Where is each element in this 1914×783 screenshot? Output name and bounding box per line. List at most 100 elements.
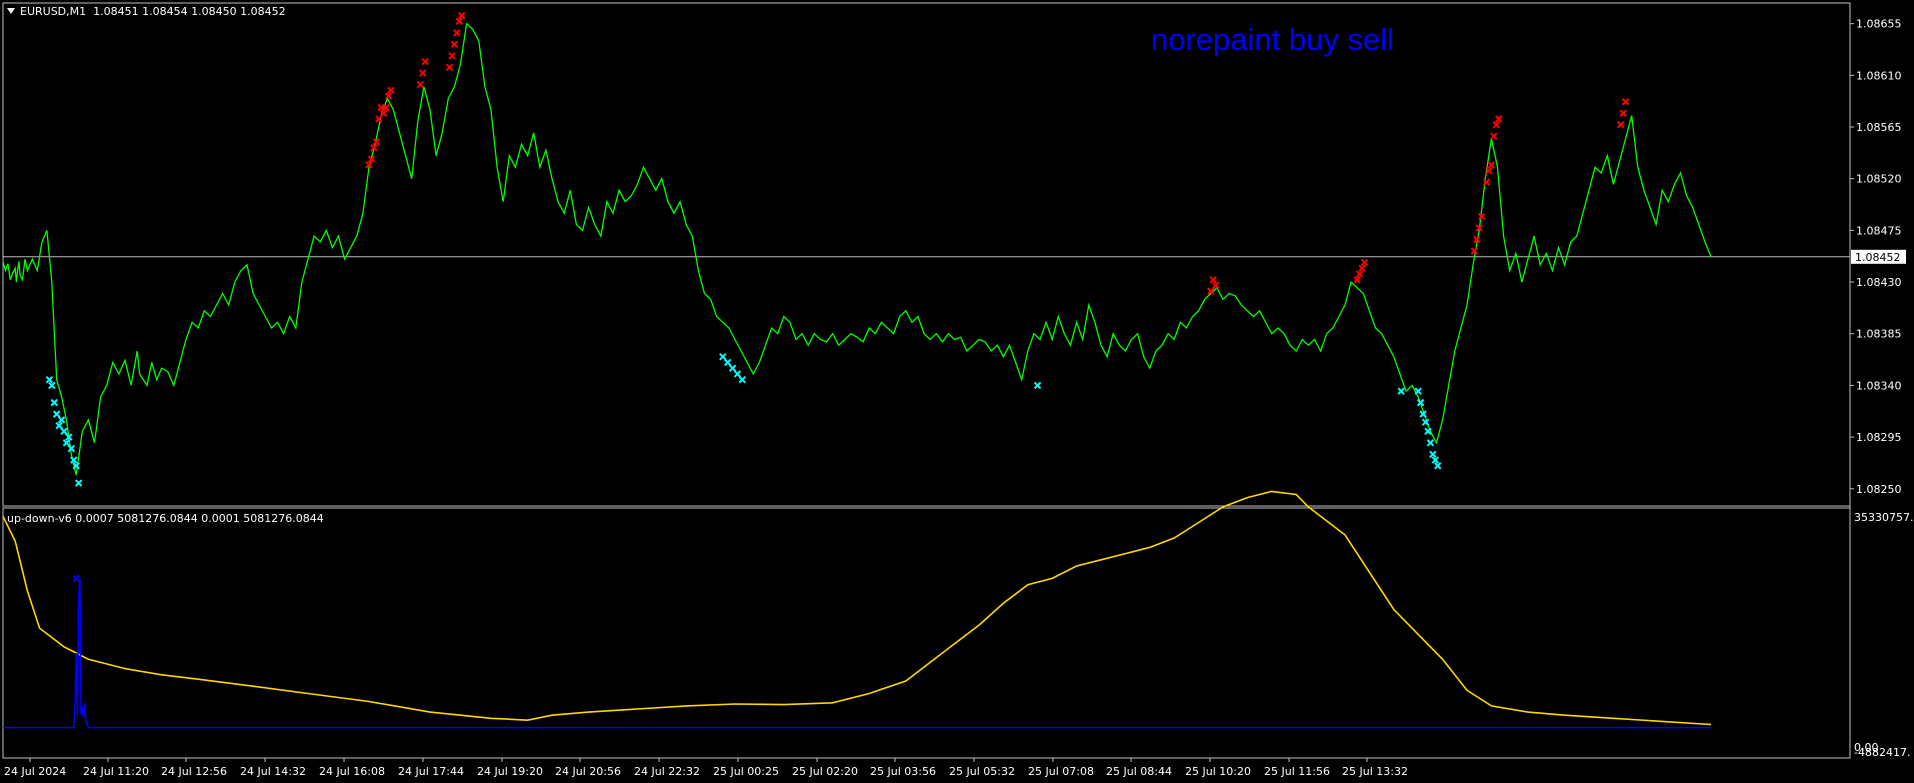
sell-signal-marker: [455, 17, 463, 26]
price-tick-label: 1.08655: [1856, 18, 1902, 31]
indicator-header[interactable]: up-down-v6 0.0007 5081276.0844 0.0001 50…: [7, 512, 324, 525]
time-tick-label: 24 Jul 12:56: [161, 765, 227, 778]
time-tick-label: 24 Jul 22:32: [634, 765, 700, 778]
buy-signal-marker: [62, 439, 71, 447]
sell-signal-marker: [1619, 109, 1627, 117]
buy-signal-marker: [74, 479, 83, 487]
sell-signal-marker: [1487, 161, 1496, 169]
price-axis: 1.08655 1.08610 1.08565 1.08520 1.08475 1.084…: [1850, 18, 1906, 496]
price-line: [2, 22, 1712, 476]
sell-signal-marker: [445, 63, 454, 72]
sell-signal-marker: [1355, 270, 1364, 278]
time-tick-label: 24 Jul 14:32: [240, 765, 306, 778]
sell-signal-marker: [384, 92, 393, 100]
sell-signal-marker: [1360, 258, 1369, 267]
time-tick-label: 24 Jul 2024: [4, 765, 66, 778]
subwindow-border: [2, 507, 1851, 759]
sell-signal-marker: [1358, 264, 1366, 272]
time-tick-label: 24 Jul 11:20: [83, 765, 149, 778]
time-tick-label: 25 Jul 11:56: [1264, 765, 1330, 778]
buy-signal-marker: [55, 421, 63, 430]
price-tick-label: 1.08250: [1856, 483, 1902, 496]
sell-signal-marker: [450, 40, 459, 49]
symbol-header[interactable]: EURUSD,M1 1.08451 1.08454 1.08450 1.0845…: [7, 5, 286, 18]
indicator-values: 0.0007 5081276.0844 0.0001 5081276.0844: [75, 512, 324, 525]
buy-signal-marker: [50, 398, 58, 407]
symbol-label: EURUSD,M1: [20, 5, 87, 18]
buy-signal-marker: [57, 416, 66, 424]
sell-signal-marker: [1209, 276, 1217, 284]
time-tick-label: 24 Jul 16:08: [319, 765, 385, 778]
indicator-axis: 35330757.0.00-4882417.: [1854, 511, 1914, 759]
time-axis: 24 Jul 2024 24 Jul 11:20 24 Jul 12:56 24 Ju…: [4, 758, 1408, 778]
price-tick-label: 1.08475: [1856, 224, 1902, 237]
sell-signal-marker: [458, 11, 466, 20]
sell-signal-marker: [1495, 115, 1503, 123]
indicator-name: up-down-v6: [7, 512, 72, 525]
price-tick-label: 1.08430: [1856, 276, 1902, 289]
price-tick-label: 1.08565: [1856, 121, 1902, 134]
sell-signal-marker: [1617, 121, 1625, 129]
price-plot: [2, 11, 1850, 487]
sell-signal-marker: [1490, 132, 1498, 140]
price-tick-label: 1.08295: [1856, 431, 1902, 444]
buy-signal-marker: [723, 358, 732, 367]
sell-signal-marker: [1621, 98, 1630, 106]
current-price-label: 1.08452: [1855, 251, 1901, 264]
sell-signal-marker: [387, 86, 395, 94]
indicator-line-yellow: [2, 490, 1712, 726]
time-tick-label: 24 Jul 19:20: [477, 765, 543, 778]
ohlc-close: 1.08452: [240, 5, 286, 18]
time-tick-label: 25 Jul 02:20: [792, 765, 858, 778]
buy-signal-marker: [1429, 450, 1437, 459]
indicator-line-blue: [3, 578, 1711, 729]
time-tick-label: 24 Jul 20:56: [555, 765, 621, 778]
time-tick-label: 25 Jul 10:20: [1185, 765, 1251, 778]
buy-signal-marker: [738, 375, 747, 384]
buy-signal-marker: [1397, 387, 1405, 395]
chart-canvas[interactable]: 1.08655 1.08610 1.08565 1.08520 1.08475 1.084…: [0, 0, 1914, 783]
price-tick-label: 1.08610: [1856, 69, 1902, 82]
indicator-spike-marker: [72, 574, 80, 583]
buy-signal-marker: [1434, 462, 1442, 470]
sell-signal-marker: [1211, 281, 1220, 290]
sell-signal-marker: [1353, 276, 1361, 284]
sell-signal-marker: [448, 52, 456, 60]
buy-signal-marker: [719, 353, 727, 361]
buy-signal-marker: [60, 427, 68, 436]
buy-signal-marker: [733, 370, 742, 378]
buy-signal-marker: [48, 381, 56, 390]
sell-signal-marker: [1470, 247, 1479, 255]
time-tick-label: 25 Jul 03:56: [870, 765, 936, 778]
price-tick-label: 1.08340: [1856, 379, 1902, 392]
time-tick-label: 24 Jul 17:44: [398, 765, 464, 778]
sell-signal-marker: [421, 57, 429, 66]
time-tick-label: 25 Jul 08:44: [1106, 765, 1172, 778]
ohlc-low: 1.08450: [191, 5, 237, 18]
buy-signal-marker: [1431, 456, 1439, 464]
time-tick-label: 25 Jul 00:25: [713, 765, 779, 778]
buy-signal-marker: [52, 410, 61, 418]
price-tick-label: 1.08385: [1856, 328, 1902, 341]
sell-signal-marker: [418, 69, 427, 77]
indicator-min-label: -4882417.: [1854, 746, 1910, 759]
overlay-label: norepaint buy sell: [1151, 22, 1394, 57]
indicator-plot: [2, 490, 1712, 729]
buy-signal-marker: [728, 364, 737, 372]
time-tick-label: 25 Jul 07:08: [1028, 765, 1094, 778]
sell-signal-marker: [453, 29, 461, 37]
main-chart-border: [2, 2, 1851, 507]
price-tick-label: 1.08520: [1856, 173, 1902, 186]
collapse-triangle-icon[interactable]: [7, 8, 15, 14]
sell-signal-marker: [1492, 121, 1500, 129]
ohlc-open: 1.08451: [93, 5, 139, 18]
indicator-max-label: 35330757.: [1854, 511, 1914, 524]
time-tick-label: 25 Jul 13:32: [1342, 765, 1408, 778]
sell-signal-marker: [416, 80, 424, 89]
buy-signal-marker: [1426, 439, 1435, 447]
ohlc-high: 1.08454: [142, 5, 188, 18]
time-tick-label: 25 Jul 05:32: [949, 765, 1015, 778]
buy-signal-marker: [45, 375, 54, 384]
buy-signal-marker: [1414, 387, 1422, 395]
buy-signal-marker: [1033, 381, 1042, 390]
